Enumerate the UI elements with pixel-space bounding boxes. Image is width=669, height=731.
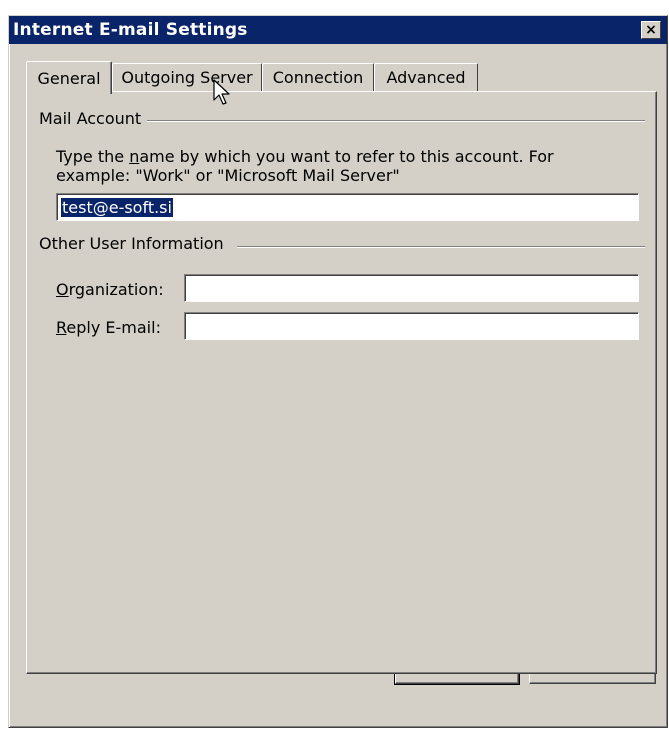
organization-input[interactable] [184,274,639,302]
tab-label: General [37,68,101,88]
tab-label: Advanced [386,68,466,87]
organization-label: Organization: [56,280,164,299]
tab-label: Connection [272,68,364,87]
account-name-description: Type the name by which you want to refer… [56,147,554,185]
mail-account-divider [137,120,645,122]
tab-advanced[interactable]: Advanced [374,63,478,91]
account-name-input[interactable]: test@e-soft.si [56,193,639,221]
tab-general[interactable]: General [26,61,112,94]
mail-account-group-title: Mail Account [39,109,148,128]
user-info-divider [237,246,645,248]
close-icon: × [645,22,657,38]
user-info-group-title: Other User Information [39,234,230,253]
internet-email-settings-dialog: Internet E-mail Settings × General Outgo… [8,15,668,728]
window-title: Internet E-mail Settings [13,20,248,40]
general-tab-panel: Mail Account Type the name by which you … [26,91,657,674]
mouse-pointer-icon [213,79,230,105]
tab-connection[interactable]: Connection [262,63,374,91]
reply-email-label: Reply E-mail: [56,318,161,337]
close-button[interactable]: × [641,21,661,39]
account-name-value: test@e-soft.si [61,197,173,217]
reply-email-input[interactable] [184,312,639,340]
tab-outgoing-server[interactable]: Outgoing Server [112,63,262,91]
title-bar[interactable]: Internet E-mail Settings × [9,16,667,44]
